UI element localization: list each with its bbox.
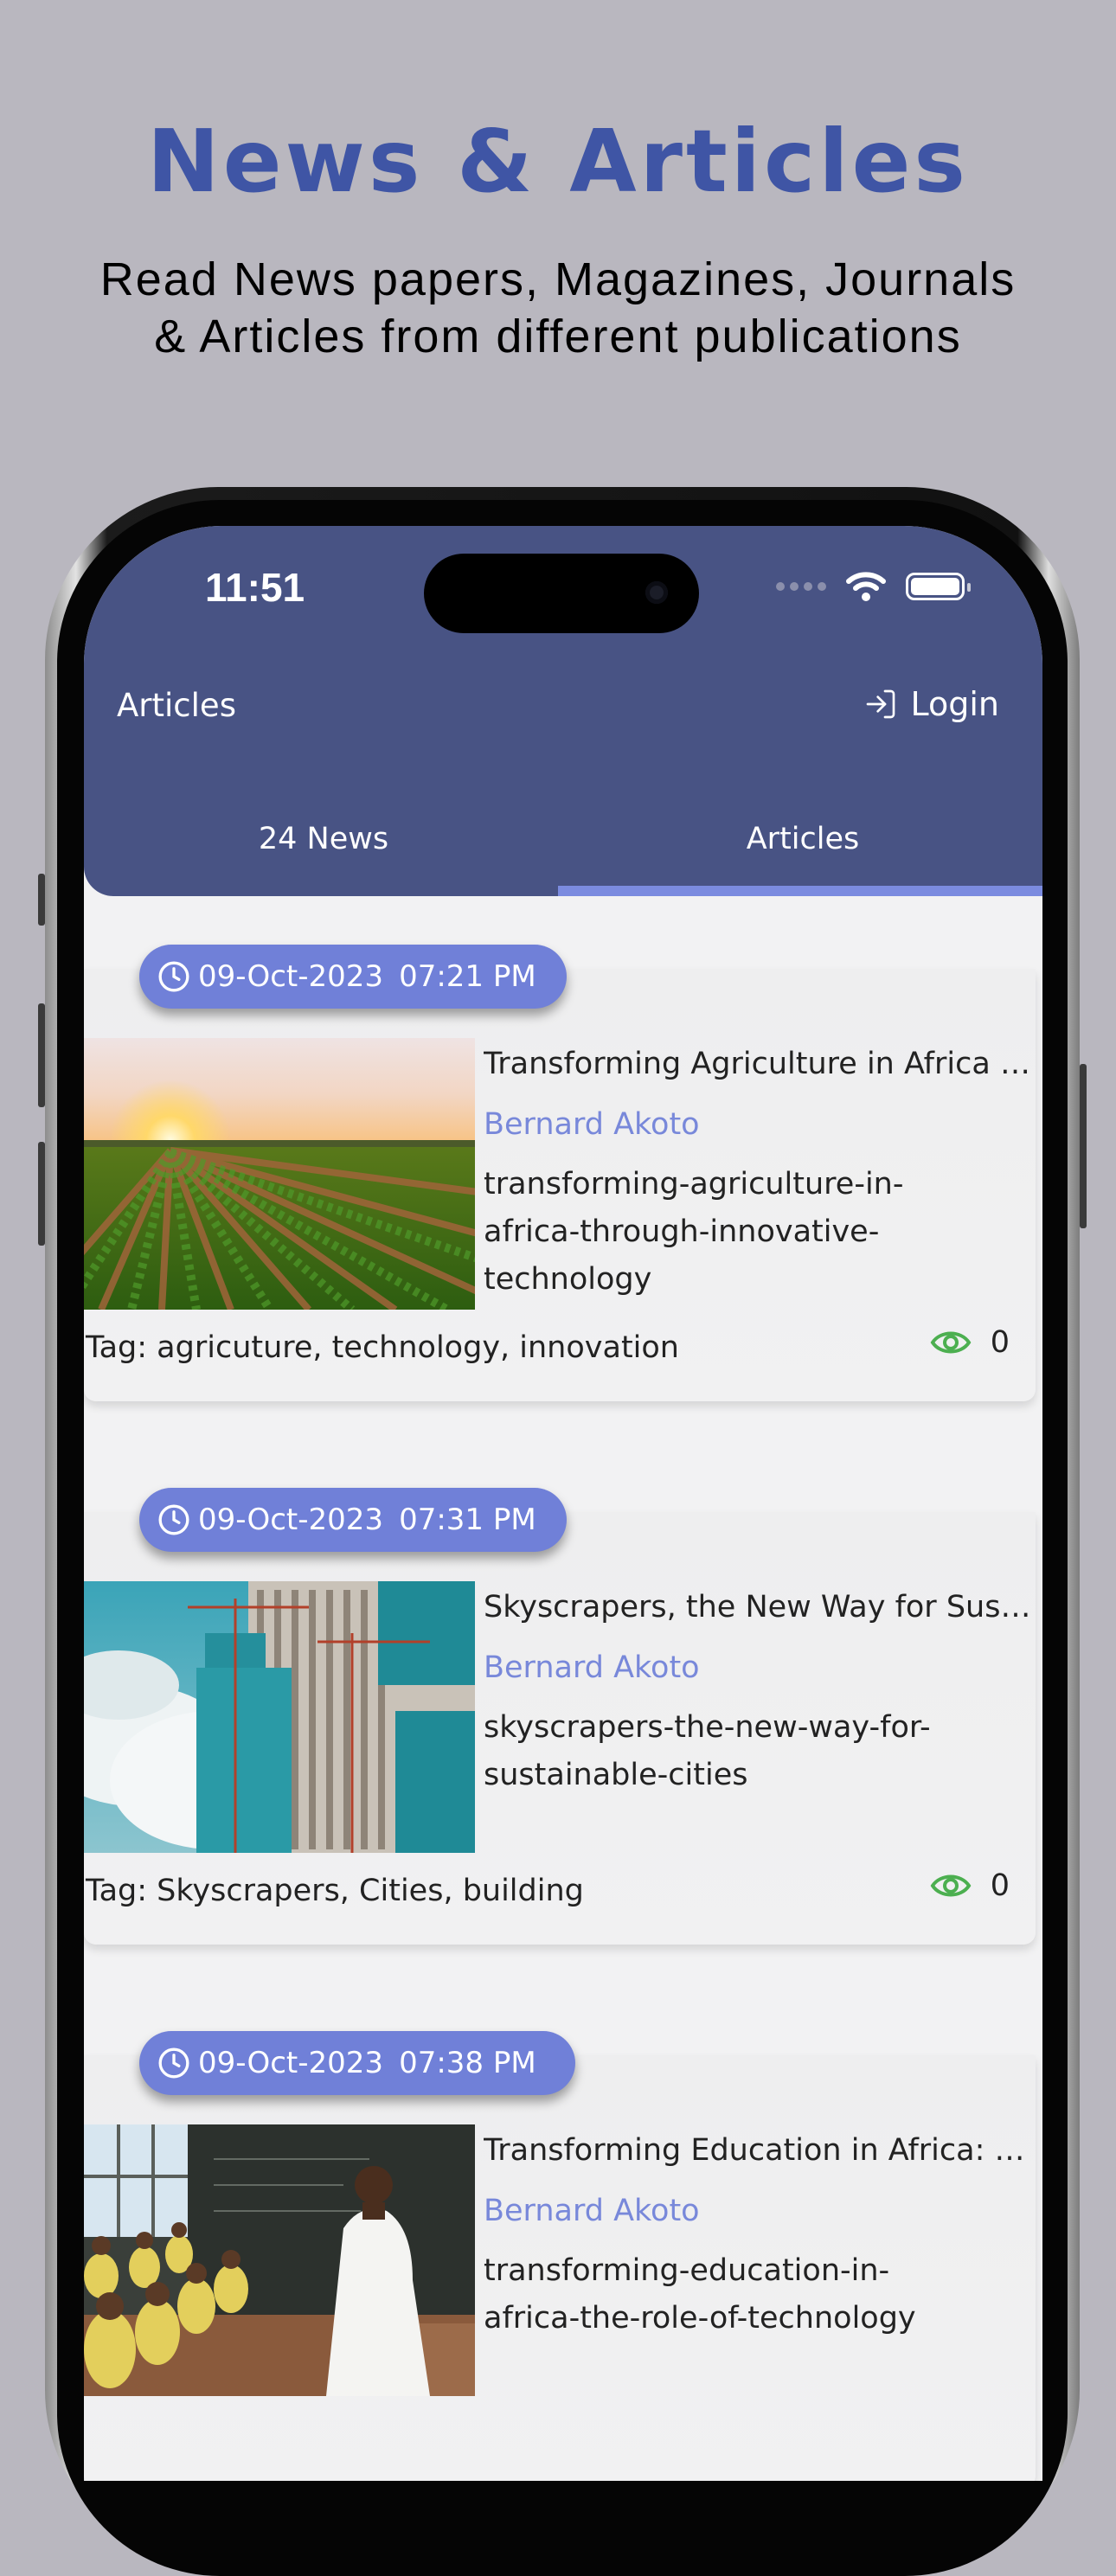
dynamic-island xyxy=(424,554,699,633)
login-button[interactable]: Login xyxy=(863,685,999,723)
article-date: 09-Oct-2023 xyxy=(198,959,384,994)
article-title: Transforming Education in Africa: The Ro… xyxy=(484,2133,1037,2168)
status-icons xyxy=(776,571,971,602)
article-time: 07:21 PM xyxy=(399,959,536,994)
article-date: 09-Oct-2023 xyxy=(198,2046,384,2080)
clock-icon xyxy=(158,1504,189,1535)
article-slug: transforming-agriculture-in-africa-throu… xyxy=(484,1167,904,1297)
article-card[interactable]: Transforming Education in Africa: The Ro… xyxy=(84,2055,1037,2481)
article-slug: transforming-education-in-africa-the-rol… xyxy=(484,2253,916,2336)
status-time: 11:51 xyxy=(205,565,305,610)
phone-power-button xyxy=(1080,1064,1087,1228)
promo-subtitle: Read News papers, Magazines, Journals & … xyxy=(0,251,1116,365)
cellular-signal-icon xyxy=(776,582,826,591)
tab-news[interactable]: 24 News xyxy=(84,811,563,896)
article-date-badge: 09-Oct-2023 07:38 PM xyxy=(139,2031,575,2095)
tab-articles[interactable]: Articles xyxy=(563,811,1042,896)
article-author[interactable]: Bernard Akoto xyxy=(484,1650,700,1685)
tab-bar: 24 News Articles xyxy=(84,811,1042,896)
article-time: 07:38 PM xyxy=(399,2046,536,2080)
eye-icon xyxy=(930,1331,972,1354)
front-camera-icon xyxy=(645,581,668,604)
article-time: 07:31 PM xyxy=(399,1503,536,1537)
view-count: 0 xyxy=(990,1325,1010,1360)
clock-icon xyxy=(158,2047,189,2079)
article-title: Skyscrapers, the New Way for Sustainable… xyxy=(484,1590,1037,1624)
phone-action-button xyxy=(38,874,45,926)
eye-icon xyxy=(930,1874,972,1897)
phone-volume-up-button xyxy=(38,1003,45,1107)
view-count: 0 xyxy=(990,1868,1010,1903)
login-icon xyxy=(867,689,895,719)
article-views: 0 xyxy=(930,1868,1010,1903)
article-card[interactable]: Transforming Agriculture in Africa Throu… xyxy=(84,969,1037,1401)
clock-icon xyxy=(158,961,189,992)
article-image xyxy=(84,1581,475,1853)
promo-title: News & Articles xyxy=(147,111,969,212)
wifi-icon xyxy=(846,572,886,601)
article-slug: skyscrapers-the-new-way-for-sustainable-… xyxy=(484,1710,931,1792)
battery-icon xyxy=(906,573,971,600)
article-date: 09-Oct-2023 xyxy=(198,1503,384,1537)
login-label: Login xyxy=(910,685,999,723)
article-author[interactable]: Bernard Akoto xyxy=(484,1107,700,1142)
promo-subtitle-line2: & Articles from different publications xyxy=(154,311,962,362)
article-tags: Tag: Skyscrapers, Cities, building xyxy=(86,1874,584,1908)
article-date-badge: 09-Oct-2023 07:31 PM xyxy=(139,1488,567,1552)
phone-screen: 11:51 Articles Login 24 News Articles Tr… xyxy=(84,526,1042,2481)
app-header: 11:51 Articles Login 24 News Articles xyxy=(84,526,1042,896)
article-views: 0 xyxy=(930,1325,1010,1360)
article-date-badge: 09-Oct-2023 07:21 PM xyxy=(139,945,567,1009)
article-card[interactable]: Skyscrapers, the New Way for Sustainable… xyxy=(84,1512,1037,1945)
promo-subtitle-line1: Read News papers, Magazines, Journals xyxy=(99,253,1017,305)
article-image xyxy=(84,2124,475,2396)
page-title: Articles xyxy=(117,687,236,724)
article-title: Transforming Agriculture in Africa Throu… xyxy=(484,1047,1037,1081)
article-tags: Tag: agricuture, technology, innovation xyxy=(86,1330,679,1365)
active-tab-indicator xyxy=(558,886,1042,896)
article-image xyxy=(84,1038,475,1310)
article-author[interactable]: Bernard Akoto xyxy=(484,2194,700,2228)
phone-volume-down-button xyxy=(38,1142,45,1246)
